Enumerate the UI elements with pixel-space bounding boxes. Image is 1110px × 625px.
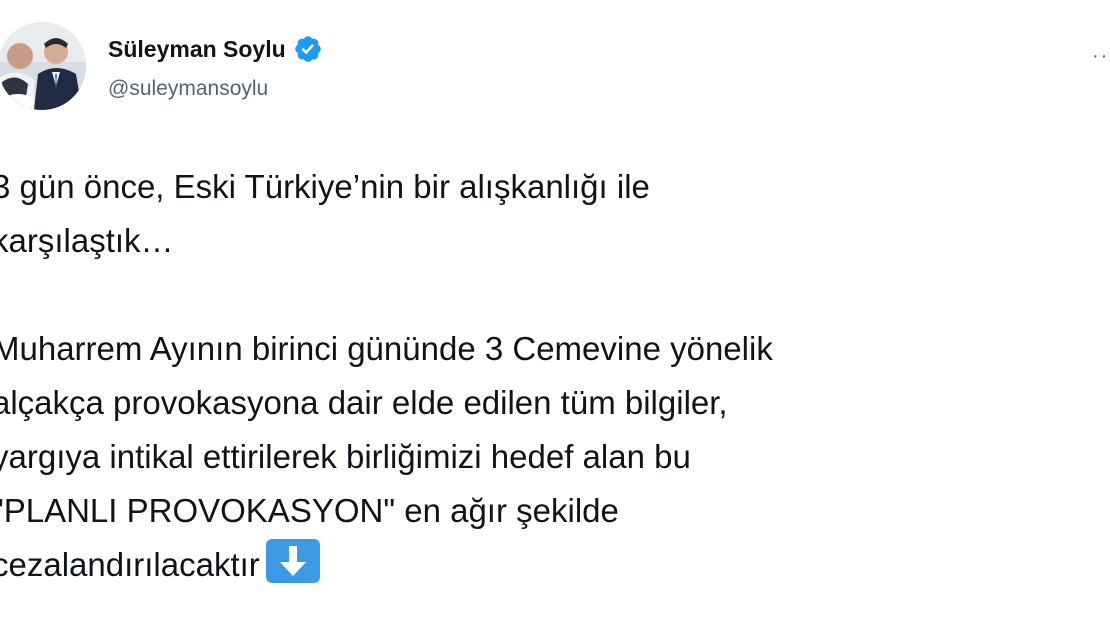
verified-badge-icon <box>293 34 323 64</box>
author-name-label[interactable]: Süleyman Soylu <box>108 35 286 63</box>
avatar[interactable] <box>0 22 86 110</box>
tweet-line: Muharrem Ayının birinci gününde 3 Cemevi… <box>0 330 773 367</box>
tweet-screenshot: Süleyman Soylu @suleymansoylu ·· 3 gün ö… <box>0 0 1110 625</box>
down-arrow-icon <box>265 539 320 583</box>
more-icon[interactable]: ·· <box>1092 46 1109 66</box>
tweet-line-last: cezalandırılacaktır <box>0 538 1102 592</box>
tweet-text: 3 gün önce, Eski Türkiye’nin bir alışkan… <box>0 160 1102 592</box>
tweet-line: karşılaştık… <box>0 222 174 259</box>
tweet-line: alçakça provokasyona dair elde edilen tü… <box>0 384 728 421</box>
tweet-line: yargıya intikal ettirilerek birliğimizi … <box>0 438 691 475</box>
tweet-line-text: cezalandırılacaktır <box>0 546 260 583</box>
tweet-line: 3 gün önce, Eski Türkiye’nin bir alışkan… <box>0 168 650 205</box>
author-handle[interactable]: @suleymansoylu <box>108 76 268 102</box>
tweet-line: "PLANLI PROVOKASYON" en ağır şekilde <box>0 492 619 529</box>
author-name[interactable]: Süleyman Soylu <box>108 34 323 64</box>
